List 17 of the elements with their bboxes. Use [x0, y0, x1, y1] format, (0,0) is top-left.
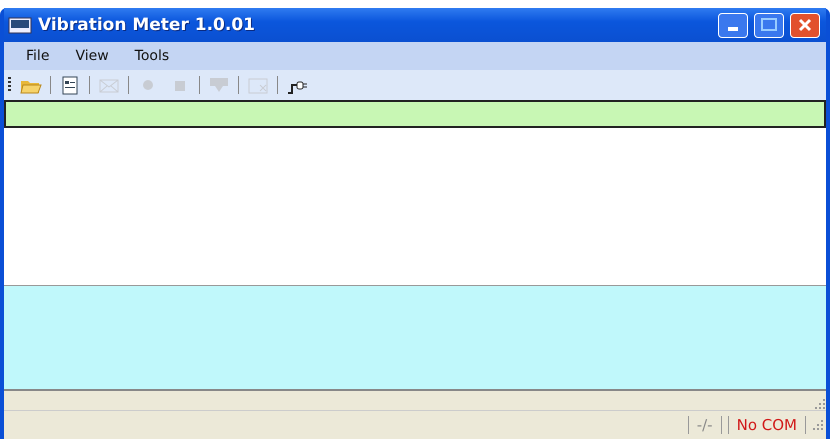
minimize-icon: [728, 27, 738, 31]
toolbar-grip-icon[interactable]: [8, 76, 12, 94]
close-button[interactable]: [790, 12, 820, 38]
circle-icon: [143, 80, 153, 90]
menu-item[interactable]: View: [67, 46, 117, 66]
minimize-button[interactable]: [718, 12, 748, 38]
resize-grip-icon[interactable]: [812, 419, 824, 431]
maximize-button[interactable]: [754, 12, 784, 38]
maximize-icon: [761, 18, 777, 32]
status-text: -/-: [688, 416, 722, 434]
close-icon: [798, 18, 812, 32]
window-title: Vibration Meter 1.0.01: [38, 15, 256, 35]
menu-item[interactable]: Tools: [126, 46, 178, 66]
app-icon: [8, 15, 32, 35]
resize-grip-icon[interactable]: [814, 398, 826, 410]
menu-item[interactable]: File: [18, 46, 58, 66]
status-text: No COM: [728, 416, 806, 434]
